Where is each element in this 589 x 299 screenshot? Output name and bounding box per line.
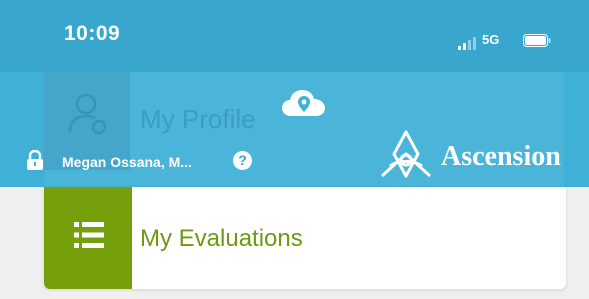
status-bar: 10:09 5G [0, 0, 589, 72]
lock-icon [27, 150, 43, 170]
my-evaluations-card[interactable]: My Evaluations [44, 187, 566, 289]
signal-bars-icon [458, 37, 476, 50]
list-icon [74, 222, 104, 248]
question-icon[interactable]: ? [233, 151, 252, 170]
user-name[interactable]: Megan Ossana, M... [62, 154, 192, 170]
my-evaluations-label: My Evaluations [140, 225, 303, 252]
my-profile-label: My Profile [140, 104, 256, 134]
brand-name: Ascension [441, 141, 561, 172]
ascension-logo-icon [380, 130, 432, 178]
user-settings-icon [68, 93, 107, 135]
status-time: 10:09 [64, 22, 121, 45]
network-label: 5G [482, 32, 500, 47]
cloud-location-icon[interactable] [281, 88, 327, 118]
app-screen: 10:09 5G My Profile Megan Ossana, M... ?… [0, 0, 589, 299]
battery-icon [523, 34, 551, 47]
evaluations-tile [44, 187, 132, 289]
